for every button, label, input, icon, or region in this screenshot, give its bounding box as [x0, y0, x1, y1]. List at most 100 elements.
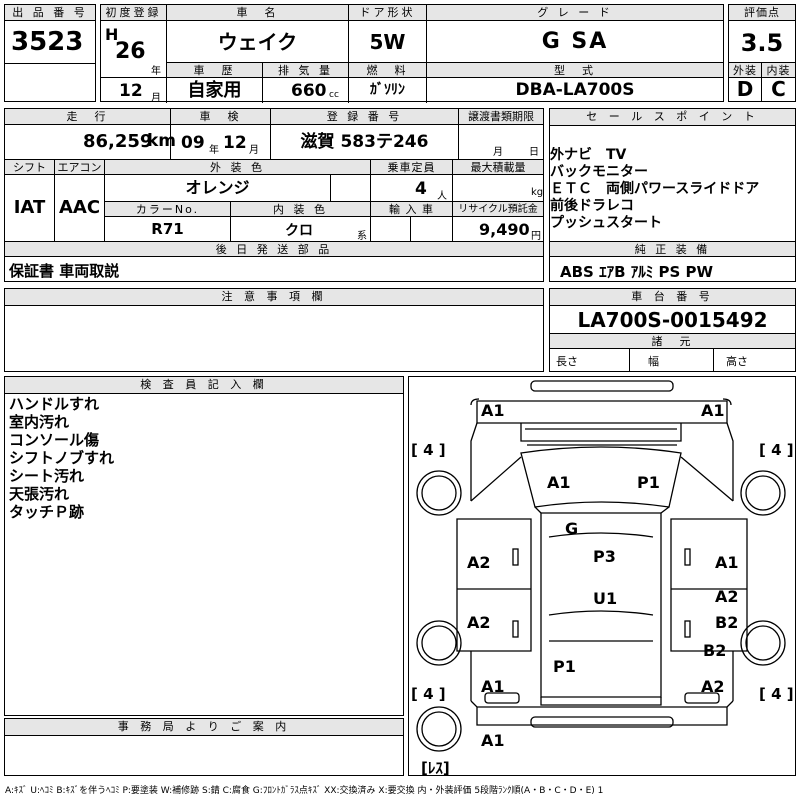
damage-mark-rear-bumper: A1: [481, 731, 505, 750]
transfer-label: 譲渡書類期限: [459, 109, 543, 125]
interior-label: 内装: [762, 62, 795, 78]
damage-mark-windshield-right: P1: [637, 473, 660, 492]
int-color-label: 内 装 色: [231, 201, 371, 217]
damage-mark-right-rear-quarter: B2: [703, 641, 727, 660]
import-label: 輸 入 車: [371, 201, 453, 217]
inspection-label: 車 検: [171, 109, 271, 125]
damage-mark-tire-fr: [ 4 ]: [759, 441, 794, 459]
color-no-label: カラーNo.: [105, 201, 231, 217]
car-outline-diagram: [416, 380, 786, 752]
exterior-grade: D: [729, 78, 762, 101]
damage-mark-spare: [ﾚｽ]: [421, 759, 450, 777]
aircon-label: エアコン: [55, 159, 105, 175]
height-label: 高さ: [726, 355, 748, 368]
inspection-year: 09: [181, 133, 205, 153]
damage-mark-front-right-bumper: A1: [701, 401, 725, 420]
chassis-box: 車 台 番 号 LA700S-0015492 諸 元 長さ 幅 高さ: [549, 288, 796, 372]
max-load-label: 最大積載量: [453, 159, 543, 175]
chassis-label: 車 台 番 号: [550, 289, 795, 306]
registration-number: 滋賀 583テ246: [271, 125, 459, 159]
inspection-year-unit: 年: [209, 145, 219, 156]
displacement: 660: [291, 81, 327, 101]
sales-points-label: セ ー ル ス ポ イ ン ト: [550, 109, 795, 126]
damage-mark-right-front-door: A1: [715, 553, 739, 572]
grade-label: グ レ ー ド: [427, 5, 723, 21]
equipment-label: 純 正 装 備: [550, 241, 795, 257]
door-type: 5W: [349, 21, 427, 63]
lot-number: 3523: [11, 27, 84, 57]
lot-number-label: 出 品 番 号: [5, 5, 95, 21]
damage-mark-tire-rl: [ 4 ]: [411, 685, 446, 703]
sales-points-box: セ ー ル ス ポ イ ン ト 外ナビ TV バックモニター ＥＴＣ 両側パワー…: [549, 108, 796, 282]
capacity-unit: 人: [437, 191, 447, 202]
shift: IAT: [5, 175, 55, 241]
car-name: ウェイク: [167, 21, 349, 63]
body-color: オレンジ: [105, 175, 331, 201]
damage-mark-tire-fl: [ 4 ]: [411, 441, 446, 459]
capacity: 4: [415, 179, 427, 199]
aircon: AAC: [55, 175, 105, 241]
vehicle-header-box: 初度登録 車 名 ドア形状 グ レ ー ド H 26 年 12 月 ウェイク 5…: [100, 4, 724, 104]
damage-mark-tire-rr: [ 4 ]: [759, 685, 794, 703]
notes-text: [5, 307, 13, 311]
history: 自家用: [167, 78, 263, 103]
score-label: 評価点: [729, 5, 795, 21]
model-label: 型 式: [427, 62, 723, 78]
displacement-label: 排 気 量: [263, 62, 349, 78]
damage-mark-roof-front: G: [565, 519, 579, 538]
damage-mark-rear-glass: P1: [553, 657, 576, 676]
lot-number-box: 出 品 番 号 3523: [4, 4, 96, 102]
inspector-box: 検 査 員 記 入 欄 ハンドルすれ 室内汚れ コンソール傷 シフトノブすれ シ…: [4, 376, 404, 716]
history-label: 車 歴: [167, 62, 263, 78]
width-label: 幅: [648, 355, 659, 368]
damage-mark-right-rear-door-b: B2: [715, 613, 739, 632]
legend: A:ｷｽﾞ U:ﾍｺﾐ B:ｷｽﾞを伴うﾍｺﾐ P:要塗装 W:補修跡 S:錆 …: [5, 786, 604, 796]
door-label: ドア形状: [349, 5, 427, 21]
transfer-day-unit: 日: [529, 147, 539, 158]
max-load-unit: kg: [531, 187, 544, 198]
damage-mark-right-rear-corner: A2: [701, 677, 725, 696]
int-color-unit: 系: [357, 231, 367, 242]
inspection-month-unit: 月: [249, 145, 259, 156]
notes-box: 注 意 事 項 欄: [4, 288, 544, 372]
fuel: ｶﾞｿﾘﾝ: [349, 78, 427, 103]
later-parts-label: 後 日 発 送 部 品: [5, 241, 543, 257]
capacity-label: 乗車定員: [371, 159, 453, 175]
car-name-label: 車 名: [167, 5, 349, 21]
first-reg-year: 26: [115, 39, 146, 64]
damage-mark-front-left-bumper: A1: [481, 401, 505, 420]
shift-label: シフト: [5, 159, 55, 175]
month-unit: 月: [151, 93, 161, 104]
displacement-unit: cc: [329, 90, 339, 100]
model: DBA-LA700S: [515, 80, 635, 100]
damage-mark-roof-rear: U1: [593, 589, 618, 608]
later-parts: 保証書 車両取説: [9, 262, 120, 280]
recycle-unit: 円: [531, 231, 541, 242]
mileage-label: 走 行: [5, 109, 171, 125]
color-no: R71: [105, 217, 231, 241]
damage-mark-left-front-door: A2: [467, 553, 491, 572]
int-color: クロ: [285, 223, 313, 239]
registration-label: 登 録 番 号: [271, 109, 459, 125]
interior-grade: C: [771, 78, 786, 101]
grade: G SA: [541, 29, 609, 54]
office-label: 事 務 局 よ り ご 案 内: [5, 719, 403, 736]
chassis-number: LA700S-0015492: [577, 308, 768, 332]
first-reg-label: 初度登録: [101, 5, 167, 21]
transfer-month-unit: 月: [493, 147, 503, 158]
score-box: 評価点 3.5 外装 内装 D C: [728, 4, 796, 102]
sales-points-text: 外ナビ TV バックモニター ＥＴＣ 両側パワースライドドア 前後ドラレコ プッ…: [550, 147, 760, 231]
damage-mark-left-rear-quarter: A1: [481, 677, 505, 696]
mileage: 86,259: [83, 131, 153, 152]
damage-diagram-box: A1 A1 [ 4 ] [ 4 ] A1 P1 G A2 P3 A1 U1 A2 A2 B2 B2 P1 A1 A…: [408, 376, 796, 777]
inspector-notes: ハンドルすれ 室内汚れ コンソール傷 シフトノブすれ シート汚れ 天張汚れ タッ…: [9, 395, 115, 521]
body-color-label: 外 装 色: [105, 159, 371, 175]
notes-label: 注 意 事 項 欄: [5, 289, 543, 306]
first-reg-month: 12: [119, 81, 143, 101]
inspection-month: 12: [223, 133, 247, 153]
exterior-label: 外装: [729, 62, 762, 78]
damage-mark-roof-center: P3: [593, 547, 616, 566]
length-label: 長さ: [556, 355, 578, 368]
recycle-fee: 9,490: [479, 220, 530, 239]
fuel-label: 燃 料: [349, 62, 427, 78]
